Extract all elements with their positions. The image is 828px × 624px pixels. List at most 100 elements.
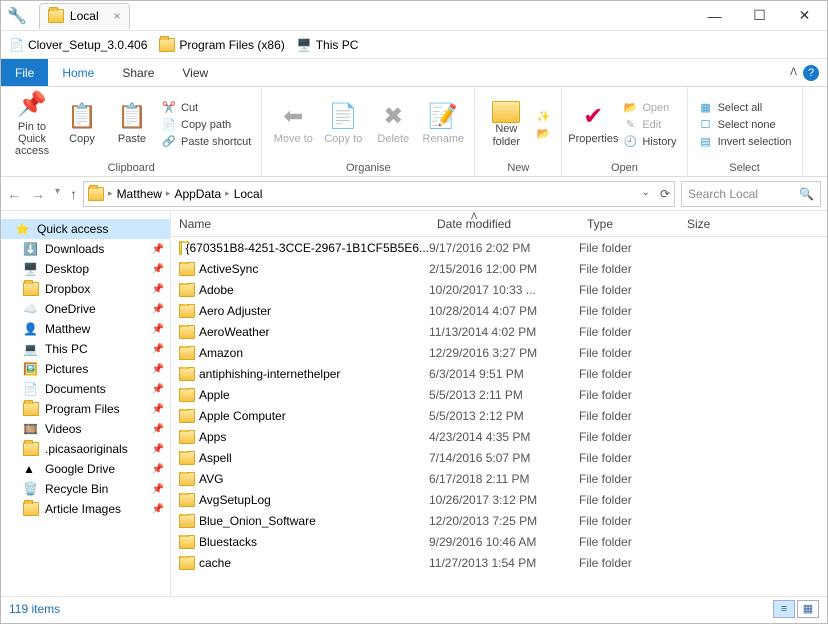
file-row[interactable]: {670351B8-4251-3CCE-2967-1B1CF5B5E6...9/… <box>171 237 827 258</box>
file-row[interactable]: Aero Adjuster10/28/2014 4:07 PMFile fold… <box>171 300 827 321</box>
pin-icon: 📌 <box>152 244 164 255</box>
chevron-right-icon[interactable]: ▸ <box>225 188 230 199</box>
file-row[interactable]: ActiveSync2/15/2016 12:00 PMFile folder <box>171 258 827 279</box>
file-row[interactable]: antiphishing-internethelper6/3/2014 9:51… <box>171 363 827 384</box>
path-icon: 📄 <box>161 118 177 131</box>
pin-quick-access-button[interactable]: 📌Pin to Quick access <box>7 92 57 157</box>
close-button[interactable]: ✕ <box>782 1 827 31</box>
sidebar-item[interactable]: ▲Google Drive📌 <box>1 459 170 479</box>
file-row[interactable]: Aspell7/14/2016 5:07 PMFile folder <box>171 447 827 468</box>
edit-button[interactable]: ✎Edit <box>618 117 680 132</box>
open-button[interactable]: 📂Open <box>618 100 680 115</box>
sidebar-item[interactable]: ⬇️Downloads📌 <box>1 239 170 259</box>
properties-button[interactable]: ✔Properties <box>568 92 618 157</box>
ribbon-collapse-icon[interactable]: ᐱ <box>790 67 797 78</box>
select-none-button[interactable]: ☐Select none <box>694 117 796 132</box>
copy-path-button[interactable]: 📄Copy path <box>157 117 255 132</box>
file-row[interactable]: Apple Computer5/5/2013 2:12 PMFile folde… <box>171 405 827 426</box>
file-date: 4/23/2014 4:35 PM <box>429 430 579 444</box>
sidebar-item[interactable]: ☁️OneDrive📌 <box>1 299 170 319</box>
chevron-right-icon[interactable]: ▸ <box>108 188 113 199</box>
sidebar-item[interactable]: Program Files📌 <box>1 399 170 419</box>
file-list[interactable]: {670351B8-4251-3CCE-2967-1B1CF5B5E6...9/… <box>171 237 827 596</box>
chevron-right-icon[interactable]: ▸ <box>166 188 171 199</box>
address-bar[interactable]: ▸ Matthew ▸ AppData ▸ Local ⌄ ⟳ <box>83 181 675 207</box>
tab-share[interactable]: Share <box>108 59 168 86</box>
file-row[interactable]: cache11/27/2013 1:54 PMFile folder <box>171 552 827 573</box>
folder-icon <box>23 282 39 296</box>
group-label: Organise <box>262 162 474 176</box>
file-row[interactable]: Adobe10/20/2017 10:33 ...File folder <box>171 279 827 300</box>
select-all-button[interactable]: ▦Select all <box>694 100 796 115</box>
icons-view-button[interactable]: ▦ <box>797 600 819 618</box>
paste-shortcut-button[interactable]: 🔗Paste shortcut <box>157 134 255 149</box>
sidebar-item[interactable]: Dropbox📌 <box>1 279 170 299</box>
file-row[interactable]: AeroWeather11/13/2014 4:02 PMFile folder <box>171 321 827 342</box>
column-header-date[interactable]: Date modified <box>429 217 579 231</box>
up-button[interactable]: ↑ <box>70 186 77 202</box>
file-row[interactable]: Amazon12/29/2016 3:27 PMFile folder <box>171 342 827 363</box>
file-row[interactable]: AvgSetupLog10/26/2017 3:12 PMFile folder <box>171 489 827 510</box>
sidebar-item[interactable]: ⭐Quick access <box>1 219 170 239</box>
refresh-icon[interactable]: ⟳ <box>660 187 670 201</box>
recent-locations-button[interactable]: ▾ <box>55 186 60 202</box>
column-header-name[interactable]: Name <box>171 217 429 231</box>
sidebar-item[interactable]: 🎞️Videos📌 <box>1 419 170 439</box>
file-row[interactable]: Blue_Onion_Software12/20/2013 7:25 PMFil… <box>171 510 827 531</box>
history-dropdown-icon[interactable]: ⌄ <box>642 187 650 201</box>
column-header-type[interactable]: Type <box>579 217 679 231</box>
folder-icon <box>179 325 195 339</box>
details-view-button[interactable]: ≡ <box>773 600 795 618</box>
sidebar-item[interactable]: 🗑️Recycle Bin📌 <box>1 479 170 499</box>
invert-selection-button[interactable]: ▤Invert selection <box>694 134 796 149</box>
history-button[interactable]: 🕘History <box>618 134 680 149</box>
column-header-size[interactable]: Size <box>679 217 739 231</box>
search-input[interactable]: Search Local 🔍 <box>681 181 821 207</box>
file-row[interactable]: Apple5/5/2013 2:11 PMFile folder <box>171 384 827 405</box>
bookmark-item[interactable]: Program Files (x86) <box>159 38 284 52</box>
sidebar-item[interactable]: 🖥️Desktop📌 <box>1 259 170 279</box>
pin-icon: 📌 <box>152 484 164 495</box>
cut-button[interactable]: ✂️Cut <box>157 100 255 115</box>
sidebar-item[interactable]: Article Images📌 <box>1 499 170 519</box>
maximize-button[interactable]: ☐ <box>737 1 782 31</box>
help-icon[interactable]: ? <box>803 65 819 81</box>
browser-tab[interactable]: Local × <box>39 3 130 29</box>
minimize-button[interactable]: — <box>692 1 737 31</box>
copy-to-button[interactable]: 📄Copy to <box>318 92 368 157</box>
new-folder-button[interactable]: New folder <box>481 92 531 157</box>
sidebar-item[interactable]: .picasaoriginals📌 <box>1 439 170 459</box>
breadcrumb-item[interactable]: Local <box>234 187 263 201</box>
copy-button[interactable]: 📋Copy <box>57 92 107 157</box>
easy-access-button[interactable]: 📂 <box>531 126 555 141</box>
delete-button[interactable]: ✖Delete <box>368 92 418 157</box>
search-icon: 🔍 <box>799 187 814 201</box>
forward-button[interactable]: → <box>31 186 45 202</box>
file-row[interactable]: Apps4/23/2014 4:35 PMFile folder <box>171 426 827 447</box>
move-to-button[interactable]: ⬅Move to <box>268 92 318 157</box>
file-menu[interactable]: File <box>1 59 48 86</box>
sidebar-item[interactable]: 🖼️Pictures📌 <box>1 359 170 379</box>
file-row[interactable]: AVG6/17/2018 2:11 PMFile folder <box>171 468 827 489</box>
navigation-pane[interactable]: ⭐Quick access⬇️Downloads📌🖥️Desktop📌Dropb… <box>1 211 171 596</box>
sidebar-label: Google Drive <box>45 462 115 476</box>
file-row[interactable]: Bluestacks9/29/2016 10:46 AMFile folder <box>171 531 827 552</box>
bookmark-item[interactable]: 🖥️This PC <box>297 38 359 52</box>
close-tab-icon[interactable]: × <box>114 9 121 23</box>
folder-icon <box>179 367 195 381</box>
sidebar-item[interactable]: 📄Documents📌 <box>1 379 170 399</box>
sidebar-item[interactable]: 💻This PC📌 <box>1 339 170 359</box>
breadcrumb-item[interactable]: Matthew <box>117 187 162 201</box>
back-button[interactable]: ← <box>7 186 21 202</box>
options-icon[interactable]: 🔧 <box>7 6 27 26</box>
rename-button[interactable]: 📝Rename <box>418 92 468 157</box>
paste-button[interactable]: 📋Paste <box>107 92 157 157</box>
breadcrumb-item[interactable]: AppData <box>174 187 221 201</box>
tab-home[interactable]: Home <box>48 59 108 86</box>
new-item-button[interactable]: ✨ <box>531 109 555 124</box>
tab-view[interactable]: View <box>168 59 222 86</box>
bookmark-item[interactable]: 📄Clover_Setup_3.0.406 <box>9 38 147 52</box>
sidebar-item[interactable]: 👤Matthew📌 <box>1 319 170 339</box>
file-name: Blue_Onion_Software <box>199 514 316 528</box>
folder-icon <box>179 493 195 507</box>
